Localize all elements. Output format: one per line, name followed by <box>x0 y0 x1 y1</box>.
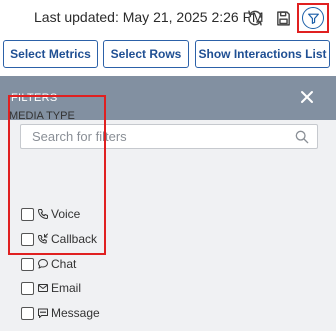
email-icon <box>38 284 48 292</box>
filter-icon <box>307 13 319 24</box>
top-bar: Last updated: May 21, 2025 2:26 PM <box>0 0 336 36</box>
refresh-icon <box>248 10 262 26</box>
select-metrics-button[interactable]: Select Metrics <box>3 40 98 68</box>
select-rows-button[interactable]: Select Rows <box>103 40 189 68</box>
chat-checkbox[interactable] <box>21 257 34 271</box>
media-type-heading: MEDIA TYPE <box>9 110 75 122</box>
callback-icon <box>38 233 48 244</box>
close-button[interactable] <box>298 88 316 106</box>
email-checkbox[interactable] <box>21 281 34 295</box>
filter-toggle-button[interactable] <box>297 3 329 33</box>
save-icon <box>276 10 290 26</box>
voice-label: Voice <box>51 207 81 221</box>
media-option-message[interactable]: Message <box>21 305 100 321</box>
last-updated-text: Last updated: May 21, 2025 2:26 PM <box>34 9 264 25</box>
email-label: Email <box>51 281 82 295</box>
media-option-chat[interactable]: Chat <box>21 256 76 272</box>
chat-label: Chat <box>51 257 77 271</box>
message-checkbox[interactable] <box>21 306 34 320</box>
media-option-voice[interactable]: Voice <box>21 206 80 222</box>
refresh-button[interactable] <box>243 6 267 30</box>
search-icon <box>295 130 309 144</box>
callback-checkbox[interactable] <box>21 232 34 246</box>
filter-icon-circle <box>302 7 324 29</box>
callback-label: Callback <box>51 232 98 246</box>
save-button[interactable] <box>271 6 295 30</box>
media-option-callback[interactable]: Callback <box>21 231 97 247</box>
message-label: Message <box>51 306 100 320</box>
voice-checkbox[interactable] <box>21 207 34 221</box>
toolbar: Select Metrics Select Rows Show Interact… <box>0 40 336 70</box>
message-icon <box>38 308 48 318</box>
close-icon <box>301 91 313 103</box>
media-option-email[interactable]: Email <box>21 280 81 296</box>
phone-icon <box>38 209 48 219</box>
chat-icon <box>37 259 48 269</box>
show-interactions-list-button[interactable]: Show Interactions List <box>195 40 330 68</box>
